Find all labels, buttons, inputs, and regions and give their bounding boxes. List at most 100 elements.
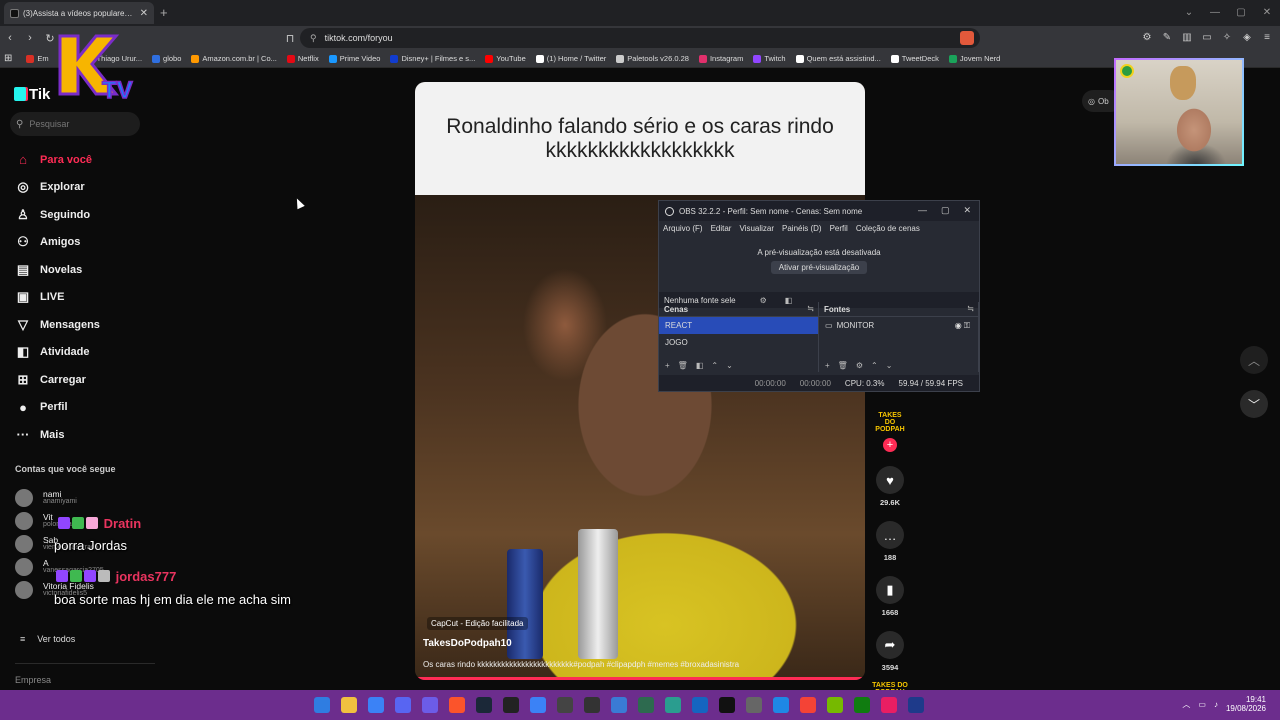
followed-account[interactable]: nami anamiyami <box>15 486 195 509</box>
share-icon[interactable]: ➦ <box>876 631 904 659</box>
heart-icon[interactable]: ♥ <box>876 466 904 494</box>
next-video-icon[interactable]: ﹀ <box>1240 390 1268 418</box>
remove-scene-icon[interactable]: 🗑 <box>678 361 688 370</box>
video-username[interactable]: TakesDoPodpah10 <box>423 638 512 649</box>
bookmark-item[interactable]: Twitch <box>753 54 786 63</box>
move-up-icon[interactable]: ⌃ <box>871 361 878 370</box>
browser-tab[interactable]: (3)Assista a vídeos populares pa ✕ <box>4 2 154 24</box>
leo-icon[interactable]: ✧ <box>1220 30 1234 44</box>
close-tab-icon[interactable]: ✕ <box>140 8 148 19</box>
close-window-icon[interactable]: ✕ <box>1254 0 1280 24</box>
extension-icon[interactable]: ⚙ <box>1140 30 1154 44</box>
bookmark-item[interactable]: TweetDeck <box>890 54 939 63</box>
taskbar-app-icon[interactable] <box>746 697 762 713</box>
bookmark-item[interactable]: (1) Home / Twitter <box>535 54 606 63</box>
maximize-icon[interactable]: ▢ <box>1228 0 1254 24</box>
sidebar-item-mensagens[interactable]: ▽ Mensagens <box>14 311 194 339</box>
taskbar-app-icon[interactable] <box>611 697 627 713</box>
obs-menu-item[interactable]: Perfil <box>830 224 848 233</box>
bookmark-item[interactable]: YouTube <box>485 54 526 63</box>
sidebar-item-seguindo[interactable]: ♙ Seguindo <box>14 201 194 229</box>
taskbar-app-icon[interactable] <box>638 697 654 713</box>
minimize-icon[interactable]: — <box>1202 0 1228 24</box>
move-up-icon[interactable]: ⌃ <box>711 361 718 370</box>
dock-menu-icon[interactable]: ≒ <box>807 304 814 313</box>
scene-item[interactable]: JOGO <box>659 334 818 351</box>
video-caption[interactable]: Os caras rindo kkkkkkkkkkkkkkkkkkkkkkkk#… <box>423 660 739 669</box>
taskbar-app-icon[interactable] <box>665 697 681 713</box>
taskbar-app-icon[interactable] <box>800 697 816 713</box>
back-icon[interactable]: ‹ <box>0 28 20 48</box>
bookmark-item[interactable]: Instagram <box>698 54 743 63</box>
taskbar-app-icon[interactable] <box>719 697 735 713</box>
taskbar-app-icon[interactable] <box>395 697 411 713</box>
edit-icon[interactable]: ✎ <box>1160 30 1174 44</box>
bookmark-item[interactable]: Em <box>26 54 49 63</box>
tab-search-icon[interactable]: ⌄ <box>1176 0 1202 24</box>
obs-menu-item[interactable]: Coleção de cenas <box>856 224 920 233</box>
taskbar-app-icon[interactable] <box>476 697 492 713</box>
minimize-icon[interactable]: — <box>918 205 927 216</box>
capcut-label[interactable]: CapCut - Edição facilitada <box>427 617 528 630</box>
sidebar-item-explorar[interactable]: ◎ Explorar <box>14 174 194 202</box>
menu-icon[interactable]: ≡ <box>1260 30 1274 44</box>
add-source-icon[interactable]: + <box>825 361 830 370</box>
taskbar-app-icon[interactable] <box>854 697 870 713</box>
sidebar-item-live[interactable]: ▣ LIVE <box>14 284 194 312</box>
tiktok-logo[interactable]: Tik <box>14 86 50 103</box>
network-icon[interactable]: ▭ <box>1198 700 1206 709</box>
taskbar-app-icon[interactable] <box>827 697 843 713</box>
comment-action[interactable]: … 188 <box>872 521 908 562</box>
bookmark-item[interactable]: globo <box>152 54 181 63</box>
save-action[interactable]: ▮ 1668 <box>872 576 908 617</box>
tray-chevron-icon[interactable]: ︿ <box>1182 699 1190 710</box>
remove-source-icon[interactable]: 🗑 <box>838 361 848 370</box>
obs-titlebar[interactable]: OBS 32.2.2 - Perfil: Sem nome - Cenas: S… <box>659 201 979 221</box>
apps-icon[interactable]: ⊞ <box>4 53 12 64</box>
taskbar-app-icon[interactable] <box>584 697 600 713</box>
new-tab-button[interactable]: + <box>160 5 168 20</box>
obs-menu-item[interactable]: Painéis (D) <box>782 224 822 233</box>
see-all-link[interactable]: ≡ Ver todos <box>20 634 87 644</box>
taskbar-app-icon[interactable] <box>530 697 546 713</box>
sidebar-item-atividade[interactable]: ◧ Atividade <box>14 339 194 367</box>
bookmark-item[interactable]: Netflix <box>286 54 319 63</box>
close-icon[interactable]: ✕ <box>963 205 971 216</box>
taskbar-app-icon[interactable] <box>368 697 384 713</box>
sidebar-item-mais[interactable]: ··· Mais <box>14 421 194 449</box>
maximize-icon[interactable]: ▢ <box>941 205 950 216</box>
sidebar-item-amigos[interactable]: ⚇ Amigos <box>14 229 194 257</box>
taskbar-app-icon[interactable] <box>341 697 357 713</box>
taskbar-app-icon[interactable] <box>449 697 465 713</box>
scene-item[interactable]: REACT <box>659 317 818 334</box>
dock-menu-icon[interactable]: ≒ <box>967 304 974 313</box>
share-action[interactable]: ➦ 3594 <box>872 631 908 672</box>
taskbar-app-icon[interactable] <box>692 697 708 713</box>
taskbar-app-icon[interactable] <box>773 697 789 713</box>
forward-icon[interactable]: › <box>20 28 40 48</box>
scene-filters-icon[interactable]: ◧ <box>696 361 704 370</box>
add-scene-icon[interactable]: + <box>665 361 670 370</box>
sidebar-item-perfil[interactable]: ● Perfil <box>14 394 194 422</box>
video-progress-bar[interactable] <box>415 677 865 680</box>
taskbar-app-icon[interactable] <box>557 697 573 713</box>
bookmark-item[interactable]: Quem está assistind... <box>795 54 881 63</box>
enable-preview-button[interactable]: Ativar pré-visualização <box>770 261 868 274</box>
previous-video-icon[interactable]: ︿ <box>1240 346 1268 374</box>
bookmark-item[interactable]: Paletools v26.0.28 <box>616 54 689 63</box>
sidebar-item-para-voc-[interactable]: ⌂ Para você <box>14 146 194 174</box>
taskbar-app-icon[interactable] <box>314 697 330 713</box>
taskbar-app-icon[interactable] <box>881 697 897 713</box>
move-down-icon[interactable]: ⌄ <box>886 361 893 370</box>
bookmark-icon[interactable]: ⊓ <box>280 28 300 48</box>
move-down-icon[interactable]: ⌄ <box>726 361 733 370</box>
brave-shield-icon[interactable] <box>960 31 974 45</box>
taskbar-app-icon[interactable] <box>503 697 519 713</box>
bookmark-item[interactable]: Prime Video <box>328 54 380 63</box>
bookmark-save-icon[interactable]: ▮ <box>876 576 904 604</box>
address-bar[interactable]: ⚲ tiktok.com/foryou <box>300 28 980 48</box>
taskbar-app-icon[interactable] <box>908 697 924 713</box>
wallet-icon[interactable]: ▭ <box>1200 30 1214 44</box>
obs-menu-item[interactable]: Editar <box>711 224 732 233</box>
sidebar-icon[interactable]: ▥ <box>1180 30 1194 44</box>
